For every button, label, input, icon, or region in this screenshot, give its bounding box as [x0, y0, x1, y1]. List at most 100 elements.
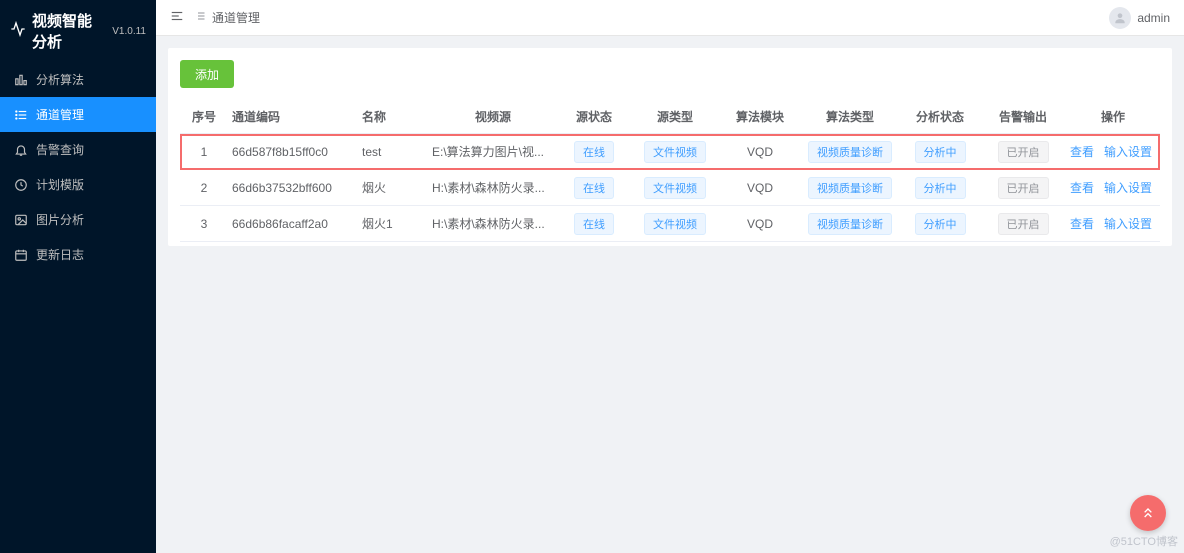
- sidebar: 视频智能分析V1.0.11 分析算法通道管理告警查询计划模版图片分析更新日志: [0, 0, 156, 553]
- app-version: V1.0.11: [112, 26, 146, 37]
- col-alg-mod: 算法模块: [720, 108, 800, 125]
- cell-name: 烟火1: [358, 215, 428, 232]
- main: 通道管理 admin 添加 序号 通道编码 名称 视频源: [156, 0, 1184, 553]
- sidebar-item-3[interactable]: 计划模版: [0, 167, 156, 202]
- cell-alg-type: 视频质量诊断: [800, 141, 900, 163]
- warn-tag: 已开启: [998, 177, 1049, 199]
- col-name: 名称: [358, 108, 428, 125]
- clock-icon: [14, 178, 28, 192]
- algtype-tag: 视频质量诊断: [808, 213, 892, 235]
- cell-alg-type: 视频质量诊断: [800, 213, 900, 235]
- warn-tag: 已开启: [998, 141, 1049, 163]
- cell-source: H:\素材\森林防火录...: [428, 179, 558, 196]
- cell-src-type: 文件视频: [630, 213, 720, 235]
- panel: 添加 序号 通道编码 名称 视频源 源状态 源类型 算法模块 算法类型 分析状态…: [168, 48, 1172, 246]
- sidebar-item-label: 通道管理: [36, 106, 84, 123]
- col-idx: 序号: [180, 108, 228, 125]
- col-src-state: 源状态: [558, 108, 630, 125]
- type-tag: 文件视频: [644, 213, 706, 235]
- sidebar-item-label: 更新日志: [36, 246, 84, 263]
- status-tag: 在线: [574, 141, 614, 163]
- cell-name: 烟火: [358, 179, 428, 196]
- col-source: 视频源: [428, 108, 558, 125]
- col-warn-out: 告警输出: [980, 108, 1066, 125]
- anastate-tag: 分析中: [915, 213, 966, 235]
- cell-src-state: 在线: [558, 141, 630, 163]
- col-src-type: 源类型: [630, 108, 720, 125]
- cell-alg-mod: VQD: [720, 145, 800, 159]
- cell-warn-out: 已开启: [980, 213, 1066, 235]
- warn-tag: 已开启: [998, 213, 1049, 235]
- image-icon: [14, 213, 28, 227]
- col-ops: 操作: [1066, 108, 1160, 125]
- collapse-icon[interactable]: [170, 9, 184, 26]
- sidebar-item-label: 计划模版: [36, 176, 84, 193]
- sidebar-item-0[interactable]: 分析算法: [0, 62, 156, 97]
- table-body: 166d587f8b15ff0c0testE:\算法算力图片\视...在线文件视…: [180, 134, 1160, 242]
- input-link[interactable]: 输入设置: [1104, 215, 1152, 232]
- channel-table: 序号 通道编码 名称 视频源 源状态 源类型 算法模块 算法类型 分析状态 告警…: [180, 100, 1160, 242]
- cell-source: H:\素材\森林防火录...: [428, 215, 558, 232]
- view-link[interactable]: 查看: [1070, 179, 1094, 196]
- cell-src-state: 在线: [558, 213, 630, 235]
- table-row: 366d6b86facaff2a0烟火1H:\素材\森林防火录... 在线 文件视频…: [180, 206, 1160, 242]
- input-link[interactable]: 输入设置: [1104, 179, 1152, 196]
- cell-warn-out: 已开启: [980, 177, 1066, 199]
- avatar-icon: [1109, 7, 1131, 29]
- cell-alg-type: 视频质量诊断: [800, 177, 900, 199]
- sidebar-item-2[interactable]: 告警查询: [0, 132, 156, 167]
- cell-src-type: 文件视频: [630, 141, 720, 163]
- cell-idx: 1: [180, 145, 228, 159]
- sidebar-item-4[interactable]: 图片分析: [0, 202, 156, 237]
- breadcrumb-text: 通道管理: [212, 9, 260, 26]
- anastate-tag: 分析中: [915, 141, 966, 163]
- table-row: 266d6b37532bff600烟火H:\素材\森林防火录...在线文件视频 V…: [180, 170, 1160, 206]
- user-name: admin: [1137, 11, 1170, 25]
- list-icon: [14, 108, 28, 122]
- app-root: 视频智能分析V1.0.11 分析算法通道管理告警查询计划模版图片分析更新日志 通…: [0, 0, 1184, 553]
- sidebar-item-1[interactable]: 通道管理: [0, 97, 156, 132]
- bell-icon: [14, 143, 28, 157]
- cell-code: 66d587f8b15ff0c0: [228, 145, 358, 159]
- topbar-left: 通道管理: [170, 9, 260, 26]
- calendar-icon: [14, 248, 28, 262]
- cell-code: 66d6b86facaff2a0: [228, 217, 358, 231]
- cell-src-type: 文件视频: [630, 177, 720, 199]
- table-header: 序号 通道编码 名称 视频源 源状态 源类型 算法模块 算法类型 分析状态 告警…: [180, 100, 1160, 134]
- col-code: 通道编码: [228, 108, 358, 125]
- sidebar-item-5[interactable]: 更新日志: [0, 237, 156, 272]
- algtype-tag: 视频质量诊断: [808, 141, 892, 163]
- cell-ops: 查看输入设置算法设置输出设置删除: [1066, 215, 1160, 232]
- cell-idx: 3: [180, 217, 228, 231]
- cell-alg-mod: VQD: [720, 181, 800, 195]
- breadcrumb: 通道管理: [194, 9, 260, 26]
- type-tag: 文件视频: [644, 177, 706, 199]
- view-link[interactable]: 查看: [1070, 215, 1094, 232]
- sidebar-item-label: 图片分析: [36, 211, 84, 228]
- algtype-tag: 视频质量诊断: [808, 177, 892, 199]
- sidebar-item-label: 分析算法: [36, 71, 84, 88]
- cell-source: E:\算法算力图片\视...: [428, 143, 558, 160]
- bar-chart-icon: [14, 73, 28, 87]
- app-logo: 视频智能分析V1.0.11: [0, 0, 156, 62]
- table-row: 166d587f8b15ff0c0testE:\算法算力图片\视... 在线文件视…: [180, 134, 1160, 170]
- cell-ops: 查看输入设置算法设置输出设置删除: [1066, 179, 1160, 196]
- add-button[interactable]: 添加: [180, 60, 234, 88]
- cell-idx: 2: [180, 181, 228, 195]
- scroll-top-button[interactable]: [1130, 495, 1166, 531]
- col-ana-state: 分析状态: [900, 108, 980, 125]
- status-tag: 在线: [574, 213, 614, 235]
- topbar: 通道管理 admin: [156, 0, 1184, 36]
- input-link[interactable]: 输入设置: [1104, 143, 1152, 160]
- cell-code: 66d6b37532bff600: [228, 181, 358, 195]
- user-menu[interactable]: admin: [1109, 7, 1170, 29]
- view-link[interactable]: 查看: [1070, 143, 1094, 160]
- list-icon: [194, 10, 206, 25]
- sidebar-nav: 分析算法通道管理告警查询计划模版图片分析更新日志: [0, 62, 156, 272]
- col-alg-type: 算法类型: [800, 108, 900, 125]
- cell-ana-state: 分析中: [900, 177, 980, 199]
- cell-alg-mod: VQD: [720, 217, 800, 231]
- cell-src-state: 在线: [558, 177, 630, 199]
- cell-name: test: [358, 145, 428, 159]
- content: 添加 序号 通道编码 名称 视频源 源状态 源类型 算法模块 算法类型 分析状态…: [156, 36, 1184, 553]
